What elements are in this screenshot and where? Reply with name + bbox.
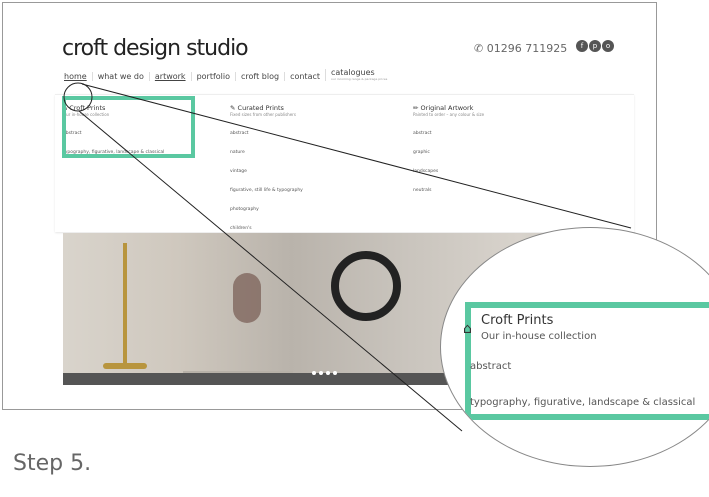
- magnified-item-abstract[interactable]: abstract: [470, 361, 511, 372]
- zoom-origin-circle: [63, 82, 93, 112]
- step-caption: Step 5.: [13, 451, 92, 476]
- zoom-line-top: [81, 83, 632, 229]
- magnified-item-typography[interactable]: typography, figurative, landscape & clas…: [470, 397, 695, 408]
- zoom-line-bottom: [78, 110, 463, 432]
- home-icon: ⌂: [463, 321, 472, 337]
- magnified-sub: Our in-house collection: [481, 331, 597, 342]
- magnified-title[interactable]: Croft Prints: [481, 313, 553, 328]
